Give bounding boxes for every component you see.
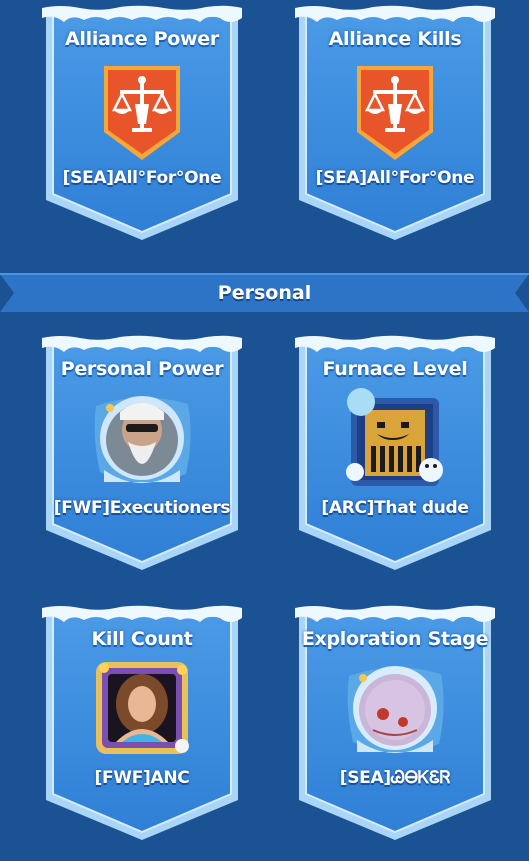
alliance-scales-emblem-icon	[355, 64, 435, 162]
player-avatar-icon[interactable]	[90, 386, 194, 490]
card-title: Alliance Kills	[328, 28, 462, 50]
kill-count-card[interactable]: Kill Count [FWF]ANC	[40, 604, 244, 844]
player-name: [ARC]That dude	[321, 498, 469, 518]
card-title: Furnace Level	[322, 358, 468, 380]
card-title: Kill Count	[91, 628, 193, 650]
card-title: Personal Power	[60, 358, 224, 380]
alliance-kills-card[interactable]: Alliance Kills [SEA]All°For°One	[293, 4, 497, 244]
player-avatar-icon[interactable]	[343, 386, 447, 490]
player-name: [SEA]ᏊᎾᏦᏋᏒ	[339, 768, 451, 788]
alliance-name: [SEA]All°For°One	[62, 168, 222, 188]
alliance-power-card[interactable]: Alliance Power [SEA]All°For°One	[40, 4, 244, 244]
player-name: [FWF]ANC	[94, 768, 190, 788]
player-name: [FWF]Executioners	[53, 498, 231, 518]
card-title: Alliance Power	[65, 28, 219, 50]
exploration-stage-card[interactable]: Exploration Stage [SEA]ᏊᎾᏦᏋᏒ	[293, 604, 497, 844]
card-title: Exploration Stage	[301, 628, 489, 650]
section-title: Personal	[217, 282, 312, 304]
section-banner-personal: Personal	[0, 272, 529, 314]
alliance-scales-emblem-icon	[102, 64, 182, 162]
player-avatar-icon[interactable]	[343, 656, 447, 760]
player-avatar-icon[interactable]	[90, 656, 194, 760]
alliance-name: [SEA]All°For°One	[315, 168, 475, 188]
personal-power-card[interactable]: Personal Power [FWF]Executioners	[40, 334, 244, 574]
furnace-level-card[interactable]: Furnace Level [ARC]That dude	[293, 334, 497, 574]
